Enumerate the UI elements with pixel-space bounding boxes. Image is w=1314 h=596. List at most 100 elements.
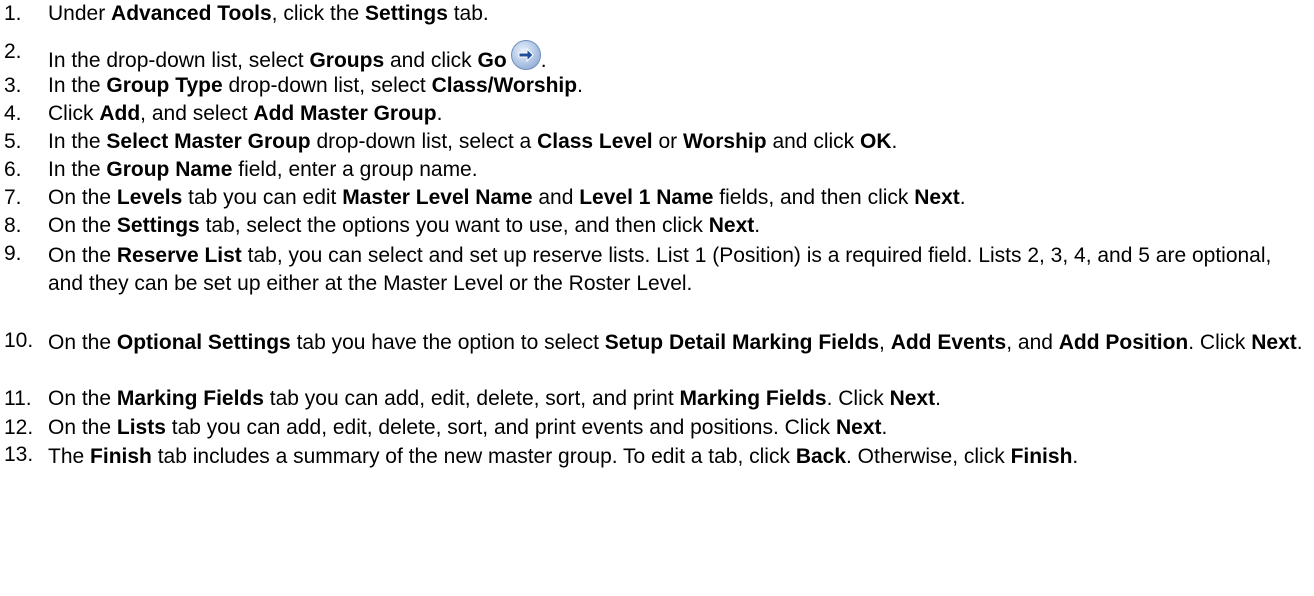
- ui-term: Add: [99, 102, 141, 125]
- step-text: The Finish tab includes a summary of the…: [48, 443, 1310, 471]
- step-text: In the Group Type drop-down list, select…: [48, 74, 583, 98]
- step-text-segment: .: [935, 387, 941, 410]
- step-text: Click Add, and select Add Master Group.: [48, 102, 442, 126]
- step-text-segment: .: [891, 130, 898, 153]
- ui-term: Settings: [365, 2, 448, 25]
- instruction-list: 1. Under Advanced Tools, click the Settin…: [0, 0, 1314, 596]
- step-text-segment: Under: [48, 2, 112, 25]
- step-text-segment: tab.: [447, 2, 489, 25]
- step-text-segment: . Otherwise, click: [846, 445, 1011, 468]
- ui-term: Next: [889, 387, 936, 410]
- step-text-segment: .: [436, 102, 443, 125]
- step-number: 12.: [4, 416, 34, 439]
- step-text-segment: and click: [384, 49, 478, 72]
- ui-term: Class/Worship: [431, 74, 578, 97]
- step-text-segment: tab, select the options you want to use,…: [199, 214, 709, 237]
- step-text: Under Advanced Tools, click the Settings…: [48, 2, 489, 26]
- ui-term: Optional Settings: [116, 331, 291, 354]
- step-number: 3.: [4, 74, 22, 97]
- ui-term: Add Master Group: [253, 102, 437, 125]
- step-text-segment: In the: [48, 158, 107, 181]
- step-text-segment: .: [540, 49, 547, 72]
- step-text: On the Levels tab you can edit Master Le…: [48, 186, 966, 210]
- step-text-segment: . Click: [1188, 331, 1252, 354]
- ui-term: OK: [859, 130, 892, 153]
- ui-term: Go: [477, 49, 507, 72]
- step-text-segment: field, enter a group name.: [232, 158, 478, 181]
- ui-term: Reserve List: [116, 244, 242, 267]
- step-text-segment: .: [881, 416, 888, 439]
- step-number: 11.: [4, 387, 32, 410]
- step-text-segment: .: [754, 214, 761, 237]
- step-number: 10.: [4, 329, 34, 352]
- step-number: 4.: [4, 102, 22, 125]
- step-text-segment: and click: [766, 130, 860, 153]
- step-text: On the Optional Settings tab you have th…: [48, 329, 1310, 357]
- step-text-segment: .: [959, 186, 966, 209]
- ui-term: Group Name: [106, 158, 233, 181]
- step-text: In the Group Name field, enter a group n…: [48, 158, 478, 182]
- ui-term: Groups: [309, 49, 385, 72]
- step-text: In the drop-down list, select Groups and…: [48, 40, 547, 73]
- ui-term: Lists: [116, 416, 166, 439]
- ui-term: Finish: [90, 445, 152, 468]
- ui-term: Next: [835, 416, 882, 439]
- ui-term: Setup Detail Marking Fields: [604, 331, 880, 354]
- step-text-segment: The: [48, 445, 91, 468]
- step-number: 5.: [4, 130, 22, 153]
- step-number: 13.: [4, 443, 34, 466]
- step-text-segment: On the: [48, 387, 117, 410]
- step-text: On the Lists tab you can add, edit, dele…: [48, 416, 887, 440]
- step-text-segment: tab you have the option to select: [290, 331, 605, 354]
- ui-term: Levels: [116, 186, 183, 209]
- step-text-segment: tab you can add, edit, delete, sort, and…: [165, 416, 836, 439]
- step-text-segment: On the: [48, 186, 117, 209]
- step-text: On the Settings tab, select the options …: [48, 214, 760, 238]
- step-text: On the Reserve List tab, you can select …: [48, 242, 1310, 299]
- step-text-segment: .: [577, 74, 583, 97]
- step-text-segment: .: [1296, 331, 1303, 354]
- ui-term: Finish: [1010, 445, 1073, 468]
- step-text-segment: drop-down list, select: [222, 74, 432, 97]
- step-text-segment: , and select: [140, 102, 254, 125]
- step-text-segment: In the drop-down list, select: [48, 49, 310, 72]
- ui-term: Advanced Tools: [111, 2, 272, 25]
- step-text-segment: tab includes a summary of the new master…: [151, 445, 796, 468]
- step-text-segment: On the: [48, 331, 117, 354]
- ui-term: Group Type: [106, 74, 223, 97]
- ui-term: Settings: [116, 214, 200, 237]
- ui-term: Next: [914, 186, 960, 209]
- go-arrow-icon: [510, 40, 541, 70]
- step-text-segment: In the: [48, 74, 107, 97]
- ui-term: Select Master Group: [106, 130, 311, 153]
- step-text-segment: Click: [48, 102, 100, 125]
- step-text-segment: In the: [48, 130, 107, 153]
- step-number: 8.: [4, 214, 22, 237]
- ui-term: Level 1 Name: [579, 186, 714, 209]
- ui-term: Marking Fields: [116, 387, 264, 410]
- step-text-segment: tab you can add, edit, delete, sort, and…: [263, 387, 680, 410]
- step-text-segment: . Click: [826, 387, 890, 410]
- step-text-segment: and: [532, 186, 580, 209]
- ui-term: Next: [1251, 331, 1297, 354]
- step-text-segment: .: [1072, 445, 1079, 468]
- step-text-segment: On the: [48, 214, 117, 237]
- step-text-segment: On the: [48, 416, 117, 439]
- ui-term: Worship: [682, 130, 767, 153]
- step-text-segment: , click the: [271, 2, 366, 25]
- step-number: 6.: [4, 158, 22, 181]
- ui-term: Add Events: [890, 331, 1007, 354]
- step-text: In the Select Master Group drop-down lis…: [48, 130, 897, 154]
- ui-term: Marking Fields: [679, 387, 827, 410]
- step-text-segment: , and: [1006, 331, 1059, 354]
- step-number: 9.: [4, 242, 22, 265]
- step-text-segment: ,: [879, 331, 891, 354]
- ui-term: Add Position: [1058, 331, 1189, 354]
- step-text-segment: fields, and then click: [713, 186, 915, 209]
- step-text-segment: drop-down list, select a: [310, 130, 538, 153]
- ui-term: Back: [795, 445, 847, 468]
- ui-term: Master Level Name: [342, 186, 533, 209]
- ui-term: Next: [708, 214, 755, 237]
- ui-term: Class Level: [537, 130, 653, 153]
- step-text-segment: On the: [48, 244, 117, 267]
